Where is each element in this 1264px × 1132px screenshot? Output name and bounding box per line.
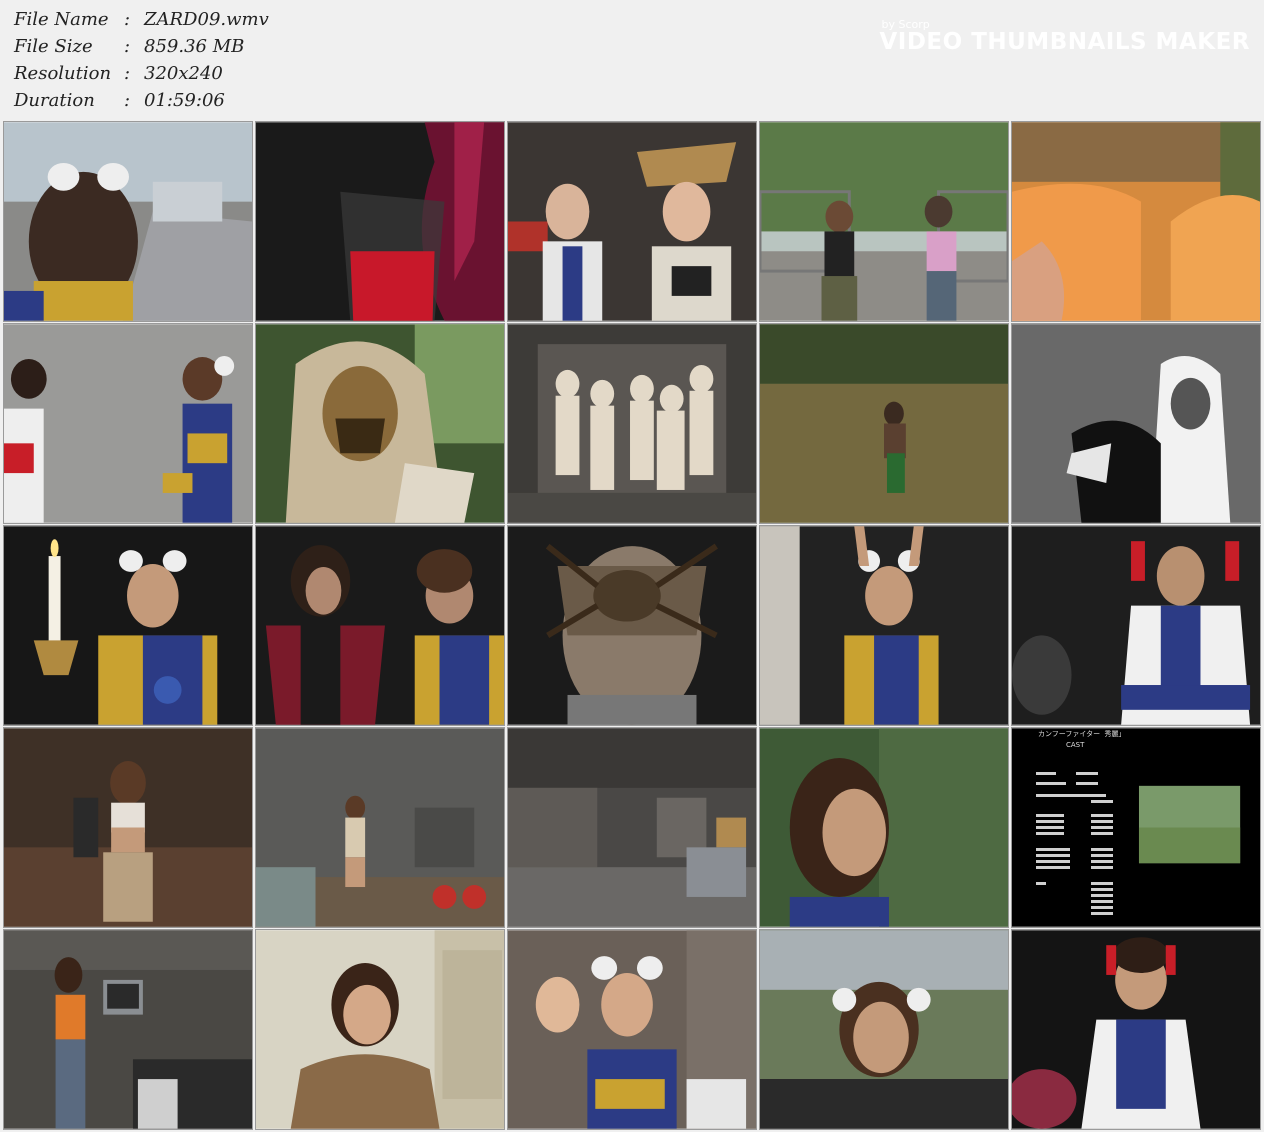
credits-list <box>1036 756 1136 927</box>
thumbnail[interactable] <box>1011 121 1261 322</box>
thumbnail[interactable] <box>759 525 1009 726</box>
thumbnail[interactable] <box>255 727 505 928</box>
thumbnail-image <box>4 526 252 725</box>
thumbnail[interactable] <box>255 929 505 1130</box>
separator: : <box>124 9 131 30</box>
thumbnail[interactable] <box>3 727 253 928</box>
credits-cast-label: CAST <box>1066 741 1085 749</box>
thumbnail[interactable] <box>759 727 1009 928</box>
thumbnail[interactable] <box>3 323 253 524</box>
duration-row: Duration:01:59:06 <box>14 87 269 114</box>
thumbnail-image <box>508 930 756 1129</box>
file-size-row: File Size:859.36 MB <box>14 33 269 60</box>
thumbnail[interactable] <box>1011 525 1261 726</box>
thumbnail-image <box>508 526 756 725</box>
watermark-brand: VIDEO THUMBNAILS MAKER <box>879 29 1250 55</box>
thumbnail-image <box>256 122 504 321</box>
thumbnail[interactable]: カンフーファイター 秀麗」 CAST <box>1011 727 1261 928</box>
thumbnail[interactable] <box>3 525 253 726</box>
thumbnail[interactable] <box>507 929 757 1130</box>
thumbnail[interactable] <box>759 121 1009 322</box>
thumbnail[interactable] <box>255 525 505 726</box>
thumbnail-image <box>256 728 504 927</box>
thumbnail-image <box>760 930 1008 1129</box>
watermark: by Scorp VIDEO THUMBNAILS MAKER <box>879 18 1250 55</box>
thumbnail-image <box>508 122 756 321</box>
separator: : <box>124 63 131 84</box>
separator: : <box>124 90 131 111</box>
thumbnail-image <box>256 526 504 725</box>
thumbnail[interactable] <box>3 929 253 1130</box>
thumbnail-image <box>760 526 1008 725</box>
file-info-panel: File Name: ZARD09.wmv File Size:859.36 MB… <box>14 6 269 114</box>
thumbnail-image <box>4 728 252 927</box>
thumbnail-image <box>4 122 252 321</box>
thumbnail-image <box>1012 324 1260 523</box>
thumbnail-image <box>508 324 756 523</box>
separator: : <box>124 36 131 57</box>
file-size-label: File Size <box>14 36 93 57</box>
thumbnail-image <box>760 122 1008 321</box>
thumbnail[interactable] <box>1011 323 1261 524</box>
thumbnail-image <box>1012 930 1260 1129</box>
file-name-row: File Name: ZARD09.wmv <box>14 6 269 33</box>
resolution-label: Resolution <box>14 63 112 84</box>
thumbnail-image <box>4 324 252 523</box>
thumbnail-image <box>508 728 756 927</box>
thumbnail-image <box>256 930 504 1129</box>
thumbnail[interactable] <box>507 727 757 928</box>
thumbnail-image <box>760 728 1008 927</box>
thumbnail-image <box>256 324 504 523</box>
thumbnail-grid: カンフーファイター 秀麗」 CAST <box>3 121 1261 1130</box>
thumbnail[interactable] <box>255 121 505 322</box>
file-name-value: ZARD09.wmv <box>144 9 269 30</box>
thumbnail[interactable] <box>3 121 253 322</box>
thumbnail-image <box>4 930 252 1129</box>
thumbnail-image <box>760 324 1008 523</box>
resolution-row: Resolution:320x240 <box>14 60 269 87</box>
thumbnail-image <box>1012 122 1260 321</box>
thumbnail[interactable] <box>759 323 1009 524</box>
thumbnail[interactable] <box>255 323 505 524</box>
thumbnail-image <box>1012 526 1260 725</box>
file-size-value: 859.36 MB <box>144 36 245 57</box>
thumbnail[interactable] <box>1011 929 1261 1130</box>
credits-heading: カンフーファイター 秀麗」 <box>1038 730 1126 738</box>
file-name-label: File Name <box>14 9 109 30</box>
resolution-value: 320x240 <box>144 63 223 84</box>
thumbnail[interactable] <box>507 121 757 322</box>
thumbnail[interactable] <box>507 323 757 524</box>
duration-value: 01:59:06 <box>144 90 225 111</box>
thumbnail[interactable] <box>759 929 1009 1130</box>
duration-label: Duration <box>14 90 95 111</box>
thumbnail[interactable] <box>507 525 757 726</box>
